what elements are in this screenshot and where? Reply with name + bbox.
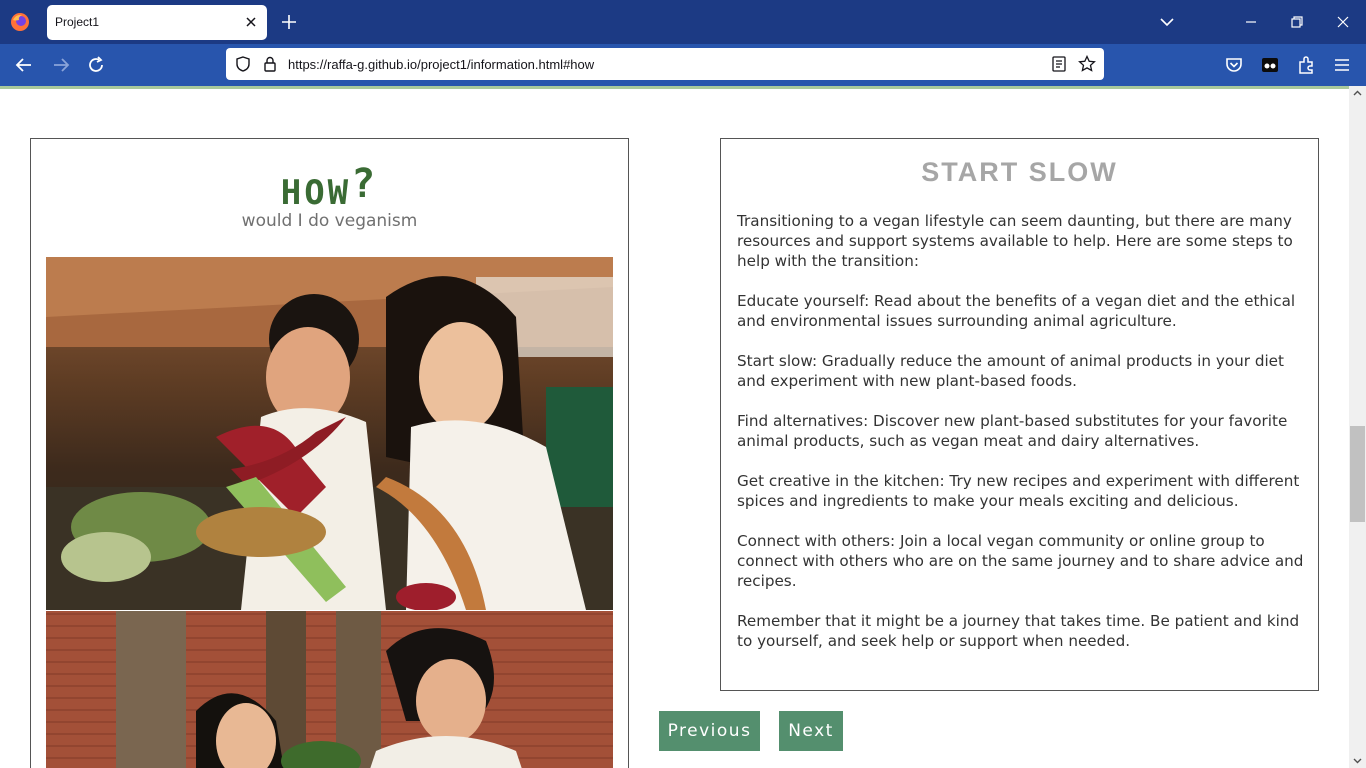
vertical-scrollbar[interactable] [1349,86,1366,768]
start-slow-card: START SLOW Transitioning to a vegan life… [720,138,1319,691]
forward-arrow-icon[interactable] [50,54,72,76]
close-window-icon[interactable] [1334,13,1352,31]
scroll-up-arrow-icon[interactable] [1352,88,1363,99]
plus-icon[interactable] [280,13,298,31]
scroll-down-arrow-icon[interactable] [1352,755,1363,766]
market-photo [46,257,613,610]
star-icon[interactable] [1078,55,1096,73]
paragraph-creative: Get creative in the kitchen: Try new rec… [737,472,1300,510]
url-text[interactable]: https://raffa-g.github.io/project1/infor… [288,57,594,72]
how-heading-word: HOW [280,173,352,213]
url-bar[interactable]: https://raffa-g.github.io/project1/infor… [226,48,1104,80]
tab-project1[interactable]: Project1 [47,5,267,40]
next-button[interactable]: Next [779,711,843,751]
close-icon[interactable] [243,14,259,30]
tab-bar: Project1 [0,0,1366,44]
brick-wall-photo [46,611,613,768]
navigation-toolbar: https://raffa-g.github.io/project1/infor… [0,44,1366,86]
menu-icon[interactable] [1331,54,1353,76]
paragraph-alternatives: Find alternatives: Discover new plant-ba… [737,412,1288,450]
header-accent-line [0,86,1350,89]
paragraph-start-slow: Start slow: Gradually reduce the amount … [737,352,1284,390]
container-icon[interactable] [1259,54,1281,76]
shield-icon[interactable] [234,55,252,73]
minimize-icon[interactable] [1242,13,1260,31]
reload-icon[interactable] [85,54,107,76]
scrollbar-thumb[interactable] [1350,426,1365,522]
firefox-logo-icon[interactable] [10,12,30,32]
back-arrow-icon[interactable] [13,54,35,76]
start-slow-heading: START SLOW [921,157,1118,187]
market-photo-illustration [46,257,613,610]
paragraph-intro: Transitioning to a vegan lifestyle can s… [737,212,1293,270]
paragraph-connect: Connect with others: Join a local vegan … [737,532,1304,590]
how-heading-mark: ? [351,161,379,207]
chevron-down-icon[interactable] [1158,14,1176,30]
pocket-icon[interactable] [1223,54,1245,76]
how-card: HOW? would I do veganism [30,138,629,768]
previous-button[interactable]: Previous [659,711,760,751]
paragraph-educate: Educate yourself: Read about the benefit… [737,292,1296,330]
reader-view-icon[interactable] [1050,55,1068,73]
extensions-icon[interactable] [1295,54,1317,76]
tab-title: Project1 [55,15,100,29]
how-heading: HOW? [31,161,628,213]
how-subtitle: would I do veganism [241,211,418,231]
paragraph-remember: Remember that it might be a journey that… [737,612,1300,650]
restore-icon[interactable] [1288,13,1306,31]
lock-icon[interactable] [261,55,279,73]
brick-wall-photo-illustration [46,611,613,768]
